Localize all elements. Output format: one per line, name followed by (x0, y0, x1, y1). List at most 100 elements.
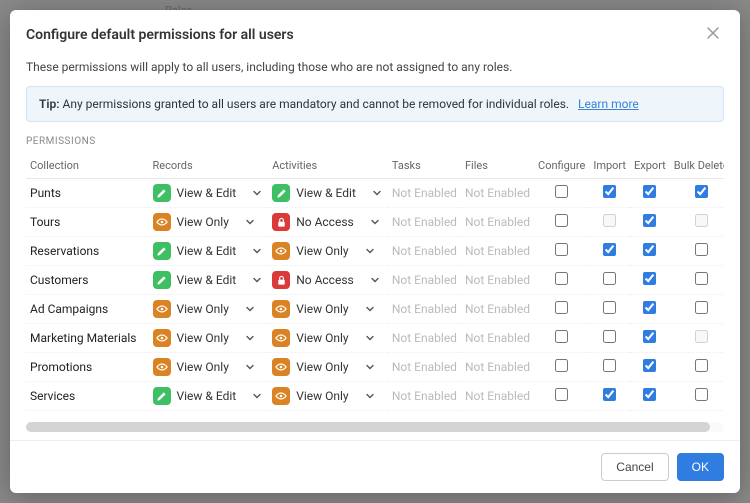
pencil-icon (153, 271, 171, 289)
records-permission-selector[interactable]: View Only (153, 213, 257, 231)
activities-permission-selector[interactable]: View Only (272, 329, 376, 347)
table-row: PromotionsView OnlyView OnlyNot EnabledN… (26, 353, 724, 382)
col-records: Records (149, 153, 269, 179)
scrollbar-thumb[interactable] (26, 422, 710, 432)
import-checkbox[interactable] (603, 359, 616, 372)
export-checkbox[interactable] (643, 301, 656, 314)
collection-name: Repairs (26, 411, 149, 415)
activities-permission-selector[interactable]: View & Edit (272, 184, 384, 202)
import-checkbox[interactable] (603, 185, 616, 198)
records-permission-selector[interactable]: View & Edit (153, 387, 265, 405)
chevron-down-icon (363, 360, 377, 374)
configure-checkbox[interactable] (555, 388, 568, 401)
tasks-cell: Not Enabled (388, 208, 461, 237)
tip-text: Any permissions granted to all users are… (63, 97, 570, 111)
records-permission-selector[interactable]: View & Edit (153, 271, 265, 289)
chevron-down-icon (250, 186, 264, 200)
export-checkbox[interactable] (643, 185, 656, 198)
configure-checkbox[interactable] (555, 272, 568, 285)
records-permission-selector[interactable]: View & Edit (153, 184, 265, 202)
bulk-delete-checkbox[interactable] (695, 388, 708, 401)
export-checkbox[interactable] (643, 272, 656, 285)
files-cell: Not Enabled (461, 266, 534, 295)
pencil-icon (153, 184, 171, 202)
close-icon (706, 26, 720, 40)
import-checkbox[interactable] (603, 243, 616, 256)
activities-permission-selector[interactable]: No Access (272, 271, 382, 289)
files-cell: Not Enabled (461, 353, 534, 382)
files-cell: Not Enabled (461, 411, 534, 415)
permission-label: View Only (177, 215, 229, 229)
activities-permission-selector[interactable]: View Only (272, 387, 376, 405)
activities-permission-selector[interactable]: View Only (272, 242, 376, 260)
records-permission-selector[interactable]: View Only (153, 300, 257, 318)
bulk-delete-checkbox[interactable] (695, 272, 708, 285)
activities-permission-selector[interactable]: View Only (272, 358, 376, 376)
configure-checkbox[interactable] (555, 185, 568, 198)
configure-checkbox[interactable] (555, 330, 568, 343)
chevron-down-icon (368, 215, 382, 229)
chevron-down-icon (250, 389, 264, 403)
bulk-delete-checkbox[interactable] (695, 359, 708, 372)
configure-checkbox[interactable] (555, 359, 568, 372)
records-permission-selector[interactable]: View Only (153, 329, 257, 347)
pencil-icon (153, 387, 171, 405)
bulk-delete-checkbox[interactable] (695, 243, 708, 256)
col-tasks: Tasks (388, 153, 461, 179)
activities-permission-selector[interactable]: No Access (272, 213, 382, 231)
files-cell: Not Enabled (461, 179, 534, 208)
bulk-delete-checkbox[interactable] (695, 301, 708, 314)
eye-icon (153, 213, 171, 231)
collection-name: Marketing Materials (26, 324, 149, 353)
permission-label: No Access (296, 215, 354, 229)
records-permission-selector[interactable]: View & Edit (153, 242, 265, 260)
activities-permission-selector[interactable]: View Only (272, 300, 376, 318)
permission-label: View Only (296, 360, 348, 374)
modal-footer: Cancel OK (10, 440, 740, 493)
files-cell: Not Enabled (461, 208, 534, 237)
modal-title: Configure default permissions for all us… (26, 27, 294, 43)
tasks-cell: Not Enabled (388, 179, 461, 208)
files-cell: Not Enabled (461, 295, 534, 324)
close-button[interactable] (702, 22, 724, 48)
import-checkbox (603, 214, 616, 227)
permission-label: View Only (177, 302, 229, 316)
tasks-cell: Not Enabled (388, 295, 461, 324)
col-activities: Activities (268, 153, 388, 179)
permissions-modal: Configure default permissions for all us… (10, 10, 740, 493)
export-checkbox[interactable] (643, 388, 656, 401)
permission-label: View Only (296, 244, 348, 258)
configure-checkbox[interactable] (555, 301, 568, 314)
table-row: ServicesView & EditView OnlyNot EnabledN… (26, 382, 724, 411)
horizontal-scrollbar[interactable] (26, 422, 724, 432)
permission-label: View Only (296, 389, 348, 403)
export-checkbox[interactable] (643, 243, 656, 256)
collection-name: Tours (26, 208, 149, 237)
tip-label: Tip: (39, 97, 60, 111)
import-checkbox[interactable] (603, 272, 616, 285)
table-row: RepairsView & EditView OnlyNot EnabledNo… (26, 411, 724, 415)
cancel-button[interactable]: Cancel (601, 453, 668, 481)
ok-button[interactable]: OK (677, 453, 724, 481)
export-checkbox[interactable] (643, 359, 656, 372)
chevron-down-icon (363, 331, 377, 345)
configure-checkbox[interactable] (555, 214, 568, 227)
permission-label: View & Edit (177, 389, 237, 403)
tip-banner: Tip: Any permissions granted to all user… (26, 86, 724, 122)
lock-icon (272, 213, 290, 231)
collection-name: Promotions (26, 353, 149, 382)
import-checkbox[interactable] (603, 388, 616, 401)
table-row: Ad CampaignsView OnlyView OnlyNot Enable… (26, 295, 724, 324)
learn-more-link[interactable]: Learn more (578, 97, 639, 111)
export-checkbox[interactable] (643, 214, 656, 227)
configure-checkbox[interactable] (555, 243, 568, 256)
import-checkbox[interactable] (603, 301, 616, 314)
chevron-down-icon (368, 273, 382, 287)
col-configure: Configure (534, 153, 589, 179)
import-checkbox[interactable] (603, 330, 616, 343)
table-row: CustomersView & EditNo AccessNot Enabled… (26, 266, 724, 295)
bulk-delete-checkbox[interactable] (695, 185, 708, 198)
records-permission-selector[interactable]: View Only (153, 358, 257, 376)
export-checkbox[interactable] (643, 330, 656, 343)
chevron-down-icon (250, 273, 264, 287)
